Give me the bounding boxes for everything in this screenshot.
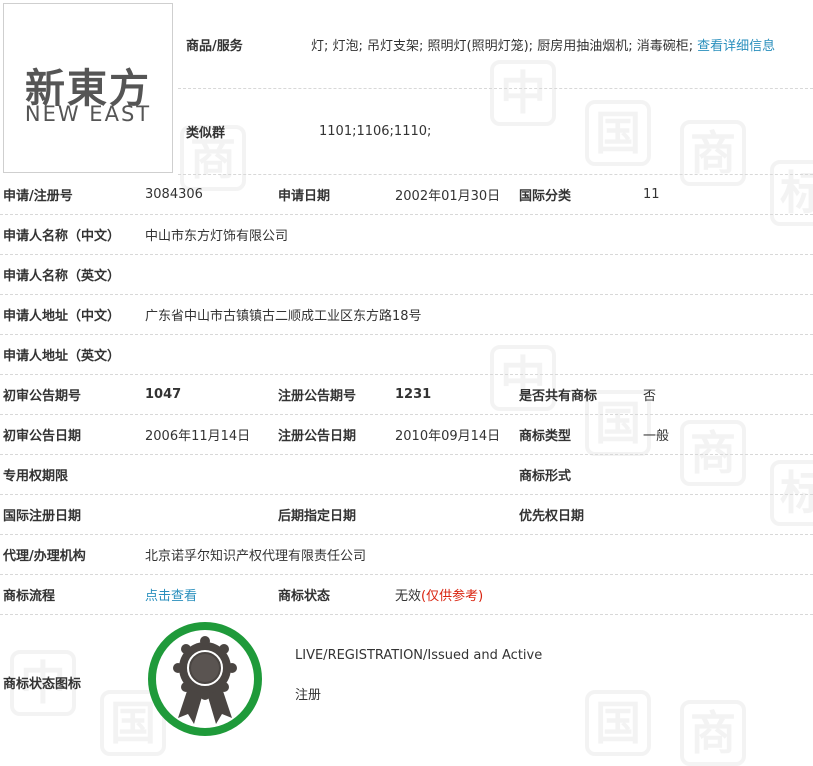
applicant-cn-row: 申请人名称（中文） 中山市东方灯饰有限公司 <box>0 215 813 255</box>
address-cn-row: 申请人地址（中文） 广东省中山市古镇镇古二顺成工业区东方路18号 <box>0 295 813 335</box>
reg-no-value: 3084306 <box>145 187 203 202</box>
prelim-pub-no-value: 1047 <box>145 387 182 402</box>
status-chinese: 注册 <box>295 687 322 703</box>
shared-mark-label: 是否共有商标 <box>519 389 598 404</box>
status-note: (仅供参考) <box>421 589 484 604</box>
prelim-pub-no-label: 初审公告期号 <box>3 389 82 404</box>
exclusive-period-label: 专用权期限 <box>3 469 69 484</box>
status-icon-row: 商标状态图标 LIVE/REGISTRATION/Issued and Acti… <box>0 615 813 749</box>
mark-type-value: 一般 <box>643 429 670 444</box>
publication-no-row: 初审公告期号 1047 注册公告期号 1231 是否共有商标 否 <box>0 375 813 415</box>
reg-no-label: 申请/注册号 <box>3 189 73 204</box>
view-details-link[interactable]: 查看详细信息 <box>697 35 775 54</box>
priority-date-label: 优先权日期 <box>519 509 585 524</box>
registration-row: 申请/注册号 3084306 申请日期 2002年01月30日 国际分类 11 <box>0 175 813 215</box>
flow-row: 商标流程 点击查看 商标状态 无效 (仅供参考) <box>0 575 813 615</box>
applicant-en-label: 申请人名称（英文） <box>3 269 121 284</box>
reg-pub-no-label: 注册公告期号 <box>278 389 357 404</box>
prelim-pub-date-label: 初审公告日期 <box>3 429 82 444</box>
address-en-label: 申请人地址（英文） <box>3 349 121 364</box>
applicant-cn-label: 申请人名称（中文） <box>3 229 121 244</box>
similar-group-label: 类似群 <box>186 126 226 141</box>
apply-date-value: 2002年01月30日 <box>395 189 501 204</box>
mark-status-label: 商标状态 <box>278 589 331 604</box>
reg-pub-date-value: 2010年09月14日 <box>395 429 501 444</box>
mark-status-value: 无效 <box>395 589 422 604</box>
agent-row: 代理/办理机构 北京诺孚尔知识产权代理有限责任公司 <box>0 535 813 575</box>
later-designation-label: 后期指定日期 <box>278 509 357 524</box>
intl-class-label: 国际分类 <box>519 189 572 204</box>
intl-reg-date-label: 国际注册日期 <box>3 509 82 524</box>
apply-date-label: 申请日期 <box>278 189 331 204</box>
reg-pub-no-value: 1231 <box>395 387 432 402</box>
status-icon-label: 商标状态图标 <box>3 676 82 692</box>
status-english: LIVE/REGISTRATION/Issued and Active <box>295 647 543 663</box>
mark-form-label: 商标形式 <box>519 469 572 484</box>
applicant-en-row: 申请人名称（英文） <box>0 255 813 295</box>
publication-date-row: 初审公告日期 2006年11月14日 注册公告日期 2010年09月14日 商标… <box>0 415 813 455</box>
exclusive-period-row: 专用权期限 商标形式 <box>0 455 813 495</box>
goods-row: 商品/服务 灯; 灯泡; 吊灯支架; 照明灯(照明灯笼); 厨房用抽油烟机; 消… <box>178 0 813 89</box>
reg-pub-date-label: 注册公告日期 <box>278 429 357 444</box>
prelim-pub-date-value: 2006年11月14日 <box>145 429 251 444</box>
view-flow-link[interactable]: 点击查看 <box>145 575 197 614</box>
address-cn-value: 广东省中山市古镇镇古二顺成工业区东方路18号 <box>145 309 422 324</box>
intl-class-value: 11 <box>643 187 660 202</box>
similar-group-value: 1101;1106;1110; <box>319 124 432 139</box>
similar-group-row: 类似群 1101;1106;1110; <box>178 89 813 175</box>
agent-value: 北京诺孚尔知识产权代理有限责任公司 <box>145 549 367 564</box>
address-en-row: 申请人地址（英文） <box>0 335 813 375</box>
intl-dates-row: 国际注册日期 后期指定日期 优先权日期 <box>0 495 813 535</box>
agent-label: 代理/办理机构 <box>3 549 86 564</box>
goods-value: 灯; 灯泡; 吊灯支架; 照明灯(照明灯笼); 厨房用抽油烟机; 消毒碗柜; <box>311 38 694 54</box>
mark-type-label: 商标类型 <box>519 429 572 444</box>
award-ribbon-icon <box>148 622 262 736</box>
goods-label: 商品/服务 <box>186 38 243 54</box>
flow-label: 商标流程 <box>3 589 56 604</box>
address-cn-label: 申请人地址（中文） <box>3 309 121 324</box>
logo-english-text: NEW EAST <box>24 102 152 126</box>
trademark-image: 新東方 NEW EAST <box>3 3 173 173</box>
shared-mark-value: 否 <box>643 389 657 404</box>
applicant-cn-value: 中山市东方灯饰有限公司 <box>145 229 289 244</box>
